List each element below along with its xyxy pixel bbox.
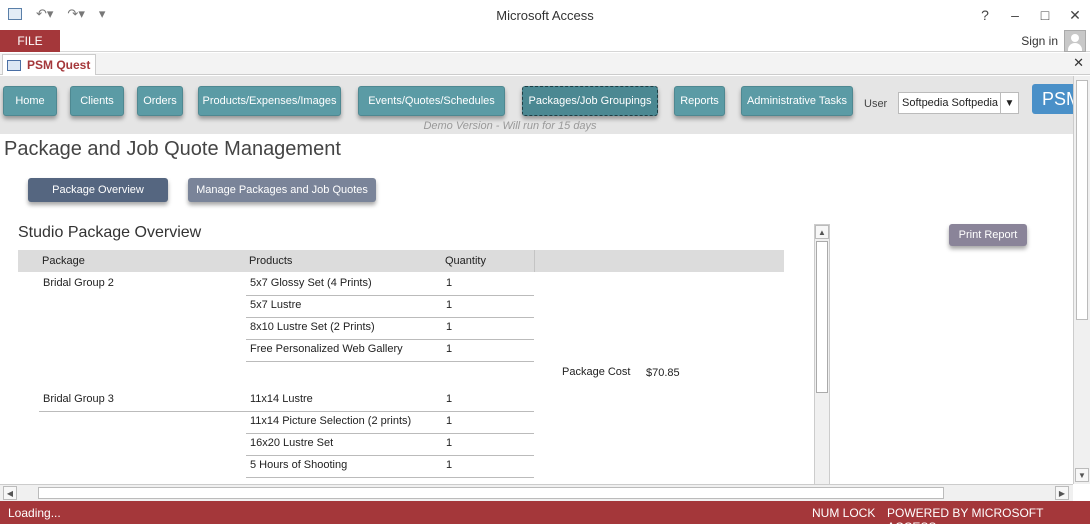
package-name: Bridal Group 3 — [43, 393, 114, 405]
page-title: Package and Job Quote Management — [4, 138, 341, 160]
row-divider — [246, 455, 534, 456]
package-cost-value: $70.85 — [646, 367, 680, 379]
close-window-button[interactable]: ✕ — [1060, 0, 1090, 30]
print-report-button[interactable]: Print Report — [949, 224, 1027, 246]
column-header-package: Package — [42, 255, 85, 267]
manage-packages-button[interactable]: Manage Packages and Job Quotes — [188, 178, 376, 202]
row-divider — [246, 317, 534, 318]
user-select-value: Softpedia Softpedia — [902, 97, 999, 109]
product-cell: 11x14 Picture Selection (2 prints) — [250, 415, 412, 427]
scroll-right-icon[interactable]: ▶ — [1055, 486, 1069, 500]
section-title: Studio Package Overview — [18, 224, 202, 241]
user-select[interactable]: Softpedia Softpedia ▼ — [898, 92, 1019, 114]
horizontal-scroll-thumb[interactable] — [38, 487, 944, 499]
document-tab-label: PSM Quest — [27, 58, 91, 72]
status-bar: Loading... NUM LOCK POWERED BY MICROSOFT… — [0, 501, 1090, 524]
psm-logo-button[interactable]: PSM — [1032, 84, 1081, 114]
report-header: Package Products Quantity — [18, 250, 784, 272]
column-header-products: Products — [249, 255, 293, 267]
package-cost-label: Package Cost — [562, 366, 631, 378]
form-scroll-thumb[interactable] — [1076, 80, 1088, 320]
chevron-down-icon[interactable]: ▼ — [1000, 93, 1018, 113]
product-cell: 5x7 Lustre — [250, 299, 302, 311]
product-cell: Free Personalized Web Gallery — [250, 343, 403, 355]
row-divider — [246, 361, 534, 362]
scroll-up-icon[interactable]: ▲ — [815, 225, 829, 239]
nav-button-admin-tasks[interactable]: Administrative Tasks — [741, 86, 853, 116]
user-avatar-icon[interactable] — [1064, 30, 1086, 52]
document-tab-psm-quest[interactable]: PSM Quest — [2, 54, 96, 75]
nav-button-reports[interactable]: Reports — [674, 86, 725, 116]
row-divider — [246, 433, 534, 434]
package-name: Bridal Group 2 — [43, 277, 114, 289]
nav-button-orders[interactable]: Orders — [137, 86, 183, 116]
help-button[interactable]: ? — [970, 0, 1000, 30]
nav-button-packages[interactable]: Packages/Job Groupings — [522, 86, 658, 116]
nav-button-events[interactable]: Events/Quotes/Schedules — [358, 86, 505, 116]
column-header-quantity: Quantity — [445, 255, 486, 267]
row-divider — [246, 477, 534, 478]
window-title: Microsoft Access — [496, 8, 594, 23]
nav-button-clients[interactable]: Clients — [70, 86, 124, 116]
minimize-button[interactable]: – — [1000, 0, 1030, 30]
form-icon — [7, 59, 21, 71]
close-document-icon[interactable]: ✕ — [1073, 55, 1084, 71]
row-divider — [246, 339, 534, 340]
product-cell: 5x7 Glossy Set (4 Prints) — [250, 277, 372, 289]
quantity-cell: 1 — [446, 321, 453, 333]
row-divider — [39, 411, 246, 412]
ribbon-bar: FILE Sign in — [0, 30, 1090, 52]
nav-button-home[interactable]: Home — [3, 86, 57, 116]
report-scroll-thumb[interactable] — [816, 241, 828, 393]
sign-in-link[interactable]: Sign in — [1021, 34, 1058, 48]
navigation-band: Home Clients Orders Products/Expenses/Im… — [0, 76, 1081, 134]
product-cell: 5 Hours of Shooting — [250, 459, 348, 471]
quantity-cell: 1 — [446, 277, 453, 289]
product-cell: 8x10 Lustre Set (2 Prints) — [250, 321, 375, 333]
quantity-cell: 1 — [446, 299, 453, 311]
status-text: Loading... — [8, 506, 61, 520]
quantity-cell: 1 — [446, 459, 453, 471]
powered-by-text: POWERED BY MICROSOFT ACCESS — [887, 506, 1044, 524]
quantity-cell: 1 — [446, 437, 453, 449]
form-vertical-scrollbar[interactable]: ▼ — [1073, 76, 1090, 484]
quantity-cell: 1 — [446, 415, 453, 427]
user-label: User — [864, 98, 888, 110]
header-divider — [534, 250, 535, 272]
product-cell: 16x20 Lustre Set — [250, 437, 334, 449]
product-cell: 11x14 Lustre — [250, 393, 313, 405]
demo-version-notice: Demo Version - Will run for 15 days — [423, 120, 597, 132]
file-tab[interactable]: FILE — [0, 30, 60, 52]
maximize-button[interactable]: □ — [1030, 0, 1060, 30]
quantity-cell: 1 — [446, 343, 453, 355]
package-report: Package Products Quantity Bridal Group 2… — [18, 250, 784, 486]
scroll-down-icon[interactable]: ▼ — [1075, 468, 1089, 482]
document-tab-bar: PSM Quest ✕ — [0, 53, 1090, 75]
report-vertical-scrollbar[interactable]: ▲ — [814, 224, 830, 486]
num-lock-indicator: NUM LOCK — [812, 506, 876, 520]
title-bar: ↶▾ ↷▾ ▾ Microsoft Access ? – □ ✕ — [0, 0, 1090, 30]
package-overview-button[interactable]: Package Overview — [28, 178, 168, 202]
quantity-cell: 1 — [446, 393, 453, 405]
row-divider — [246, 295, 534, 296]
row-divider — [246, 411, 534, 412]
form-horizontal-scrollbar[interactable]: ◀ ▶ — [0, 484, 1073, 501]
nav-button-products[interactable]: Products/Expenses/Images — [198, 86, 341, 116]
scroll-left-icon[interactable]: ◀ — [3, 486, 17, 500]
